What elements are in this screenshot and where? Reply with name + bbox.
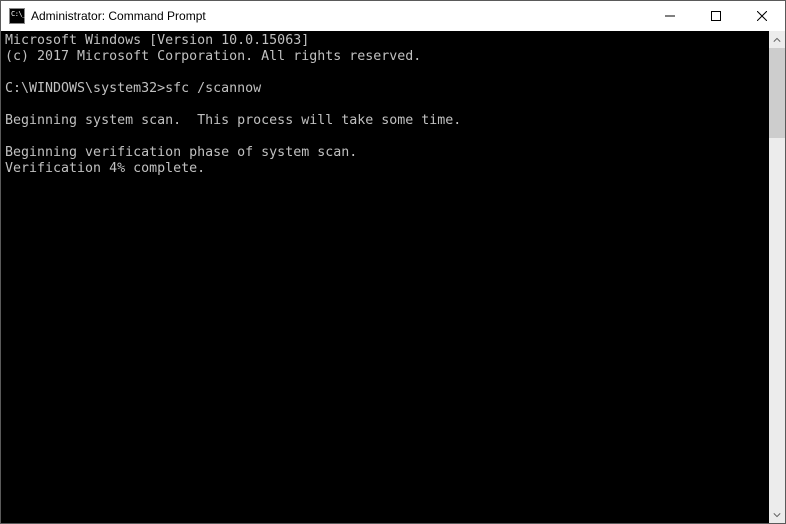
- cmd-icon: [9, 8, 25, 24]
- command-prompt-window: Administrator: Command Prompt Microsoft …: [0, 0, 786, 524]
- titlebar[interactable]: Administrator: Command Prompt: [1, 1, 785, 31]
- vertical-scrollbar[interactable]: [769, 31, 785, 523]
- minimize-button[interactable]: [647, 1, 693, 31]
- scroll-up-button[interactable]: [769, 31, 785, 48]
- terminal-area: Microsoft Windows [Version 10.0.15063] (…: [1, 31, 785, 523]
- scroll-thumb[interactable]: [769, 48, 785, 138]
- maximize-icon: [711, 11, 721, 21]
- chevron-up-icon: [773, 36, 781, 44]
- window-controls: [647, 1, 785, 31]
- window-title: Administrator: Command Prompt: [31, 9, 647, 23]
- chevron-down-icon: [773, 511, 781, 519]
- maximize-button[interactable]: [693, 1, 739, 31]
- scroll-down-button[interactable]: [769, 506, 785, 523]
- close-icon: [757, 11, 767, 21]
- close-button[interactable]: [739, 1, 785, 31]
- terminal-output[interactable]: Microsoft Windows [Version 10.0.15063] (…: [1, 31, 769, 523]
- minimize-icon: [665, 11, 675, 21]
